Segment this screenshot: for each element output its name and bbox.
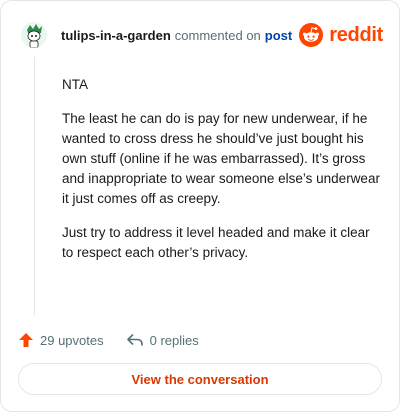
comment-card: tulips-in-a-garden commented on post red… [0, 0, 400, 412]
thread-line [34, 57, 35, 315]
reddit-brand[interactable]: reddit [299, 21, 383, 49]
view-conversation-button[interactable]: View the conversation [18, 363, 382, 395]
upvote-button[interactable]: 29 upvotes [18, 332, 104, 348]
comment-body: NTA The least he can do is pay for new u… [62, 75, 380, 277]
avatar[interactable] [21, 22, 47, 48]
comment-actions: 29 upvotes 0 replies [18, 330, 199, 350]
reply-count: 0 replies [149, 332, 199, 348]
comment-paragraph: NTA [62, 77, 88, 92]
comment-header: tulips-in-a-garden commented on post [21, 21, 292, 49]
comment-paragraph: Just try to address it level headed and … [62, 225, 370, 260]
brand-wordmark: reddit [329, 23, 383, 46]
snoo-avatar-icon [21, 22, 47, 48]
replies-button[interactable]: 0 replies [126, 332, 199, 348]
post-link[interactable]: post [265, 28, 292, 43]
upvote-arrow-icon [19, 333, 33, 347]
comment-paragraph: The least he can do is pay for new under… [62, 111, 380, 206]
username[interactable]: tulips-in-a-garden [61, 28, 171, 43]
action-text: commented on [174, 27, 261, 43]
comment-meta: tulips-in-a-garden commented on post [61, 28, 292, 43]
upvote-count: 29 upvotes [40, 332, 104, 348]
reddit-logo-icon [299, 23, 324, 47]
reply-arrow-icon [126, 334, 143, 346]
